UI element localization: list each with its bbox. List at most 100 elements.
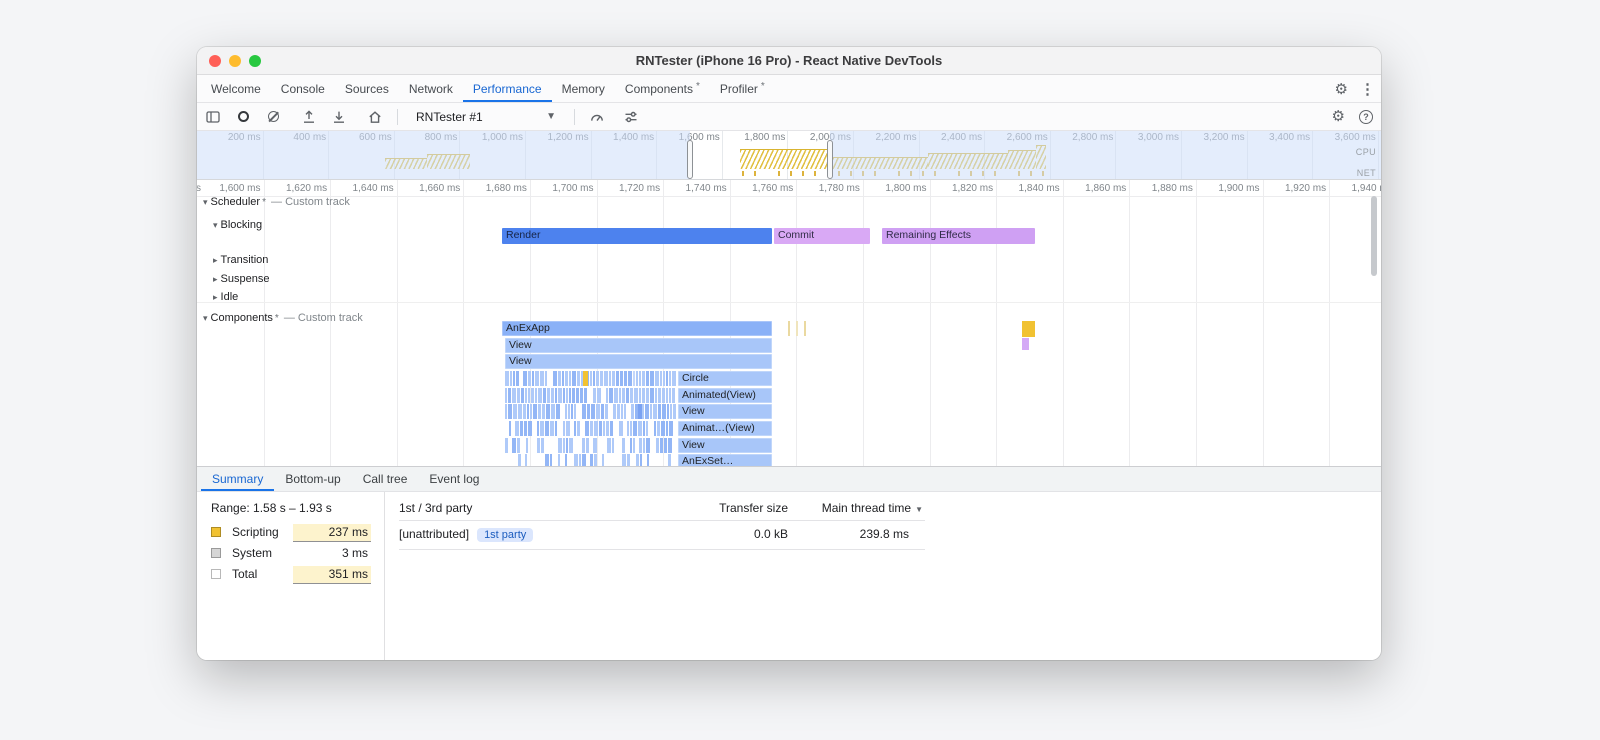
overview-dim-right[interactable] (830, 131, 1381, 179)
track-lane-transition[interactable]: ▸ Transition (213, 254, 268, 266)
flame-micro-bar[interactable] (513, 371, 515, 386)
flame-micro-bar[interactable] (590, 371, 592, 386)
flame-micro-bar[interactable] (596, 404, 600, 419)
flame-micro-bar[interactable] (517, 438, 520, 453)
expander-triangle-icon[interactable]: ▸ (213, 274, 218, 284)
flame-micro-bar[interactable] (533, 404, 537, 419)
flame-micro-bar[interactable] (509, 421, 511, 436)
flame-micro-bar[interactable] (594, 421, 598, 436)
flame-micro-bar[interactable] (528, 388, 530, 403)
flame-micro-bar[interactable] (600, 371, 603, 386)
flame-micro-bar[interactable] (639, 438, 642, 453)
flame-bar-view[interactable]: View (505, 338, 772, 353)
expander-triangle-icon[interactable]: ▸ (213, 255, 218, 265)
flame-micro-bar[interactable] (660, 438, 663, 453)
flame-micro-bar[interactable] (664, 438, 667, 453)
track-header-components[interactable]: ▾ Components * — Custom track (203, 312, 363, 324)
flame-micro-bar[interactable] (666, 388, 668, 403)
toggle-sidebar-icon[interactable] (205, 109, 221, 125)
track-header-scheduler[interactable]: ▾ Scheduler * — Custom track (203, 196, 350, 208)
flame-micro-bar[interactable] (619, 421, 623, 436)
tab-network[interactable]: Network (399, 75, 463, 102)
flame-micro-bar[interactable] (603, 421, 605, 436)
flame-bar-view[interactable]: View (678, 438, 772, 453)
flame-micro-bar[interactable] (593, 388, 596, 403)
timeline-overview[interactable]: 200 ms400 ms600 ms800 ms1,000 ms1,200 ms… (197, 131, 1381, 180)
flame-micro-bar[interactable] (622, 454, 626, 466)
tab-console[interactable]: Console (271, 75, 335, 102)
flame-micro-bar[interactable] (582, 438, 585, 453)
flame-micro-bar[interactable] (626, 388, 629, 403)
flame-micro-bar[interactable] (619, 388, 621, 403)
expander-triangle-icon[interactable]: ▸ (213, 292, 218, 302)
flame-micro-bar[interactable] (667, 404, 669, 419)
flame-micro-bar[interactable] (546, 404, 550, 419)
flame-micro-bar[interactable] (587, 404, 590, 419)
flame-micro-bar[interactable] (535, 371, 539, 386)
tab-profiler[interactable]: Profiler * (710, 75, 775, 102)
flame-micro-bar[interactable] (672, 388, 675, 403)
flame-micro-bar[interactable] (553, 371, 557, 386)
flame-micro-bar[interactable] (526, 438, 528, 453)
flame-micro-bar[interactable] (505, 371, 509, 386)
flame-micro-bar[interactable] (540, 421, 544, 436)
flame-micro-bar[interactable] (643, 438, 645, 453)
flame-micro-bar[interactable] (655, 371, 659, 386)
tab-performance[interactable]: Performance (463, 75, 552, 102)
flame-micro-bar[interactable] (668, 438, 672, 453)
flame-micro-bar[interactable] (655, 388, 657, 403)
target-selector-dropdown[interactable]: RNTester #1 ▼ (412, 108, 560, 126)
flame-micro-bar[interactable] (590, 421, 593, 436)
flame-bar-remaining-effects[interactable]: Remaining Effects (882, 228, 1035, 244)
flame-micro-bar[interactable] (530, 404, 532, 419)
flame-micro-bar[interactable] (633, 371, 635, 386)
flame-micro-bar[interactable] (577, 421, 580, 436)
flame-micro-bar[interactable] (580, 388, 583, 403)
flame-micro-bar[interactable] (668, 454, 671, 466)
flame-micro-bar[interactable] (624, 371, 627, 386)
flame-marker[interactable] (804, 321, 806, 336)
flame-micro-bar[interactable] (569, 371, 571, 386)
flame-bar-animated-view[interactable]: Animated(View) (678, 388, 772, 403)
flame-micro-bar[interactable] (599, 421, 602, 436)
flame-micro-bar[interactable] (606, 388, 608, 403)
track-lane-blocking[interactable]: ▾ Blocking (213, 219, 262, 231)
flame-micro-bar[interactable] (640, 454, 642, 466)
flame-micro-bar[interactable] (601, 404, 604, 419)
flame-micro-bar[interactable] (605, 404, 608, 419)
flame-micro-bar[interactable] (606, 421, 609, 436)
flame-micro-bar[interactable] (566, 421, 570, 436)
flame-micro-bar[interactable] (512, 438, 516, 453)
panel-settings-gear-icon[interactable]: ⚙ (1332, 109, 1345, 124)
tab-welcome[interactable]: Welcome (201, 75, 271, 102)
flame-micro-bar[interactable] (528, 421, 532, 436)
flame-micro-bar[interactable] (558, 371, 561, 386)
flame-micro-bar[interactable] (636, 371, 638, 386)
flame-bar-anexapp[interactable]: AnExApp (502, 321, 772, 336)
flame-micro-bar[interactable] (658, 404, 661, 419)
expander-triangle-icon[interactable]: ▾ (203, 313, 208, 323)
flame-micro-bar[interactable] (542, 404, 545, 419)
flame-bar-commit[interactable]: Commit (774, 228, 870, 244)
overview-dim-left[interactable] (197, 131, 690, 179)
flame-micro-bar[interactable] (521, 388, 524, 403)
flame-micro-bar[interactable] (657, 421, 660, 436)
flame-micro-bar[interactable] (586, 438, 589, 453)
flame-micro-bar[interactable] (571, 404, 573, 419)
flame-micro-bar[interactable] (602, 454, 604, 466)
flame-micro-bar[interactable] (627, 421, 629, 436)
flame-bar-view[interactable]: View (505, 354, 772, 369)
flame-micro-bar[interactable] (590, 454, 593, 466)
flame-micro-bar[interactable] (550, 421, 554, 436)
window-titlebar[interactable]: RNTester (iPhone 16 Pro) - React Native … (197, 47, 1381, 75)
flame-micro-bar[interactable] (547, 388, 550, 403)
flame-micro-bar[interactable] (646, 438, 650, 453)
record-icon[interactable] (235, 109, 251, 125)
flame-bar-anexset[interactable]: AnExSet… (678, 454, 772, 466)
flame-micro-bar[interactable] (512, 388, 516, 403)
flame-micro-bar[interactable] (523, 404, 526, 419)
flame-micro-bar[interactable] (510, 371, 512, 386)
settings-gear-icon[interactable]: ⚙ (1335, 82, 1348, 97)
help-icon[interactable]: ? (1359, 109, 1373, 124)
flame-micro-bar[interactable] (565, 371, 568, 386)
